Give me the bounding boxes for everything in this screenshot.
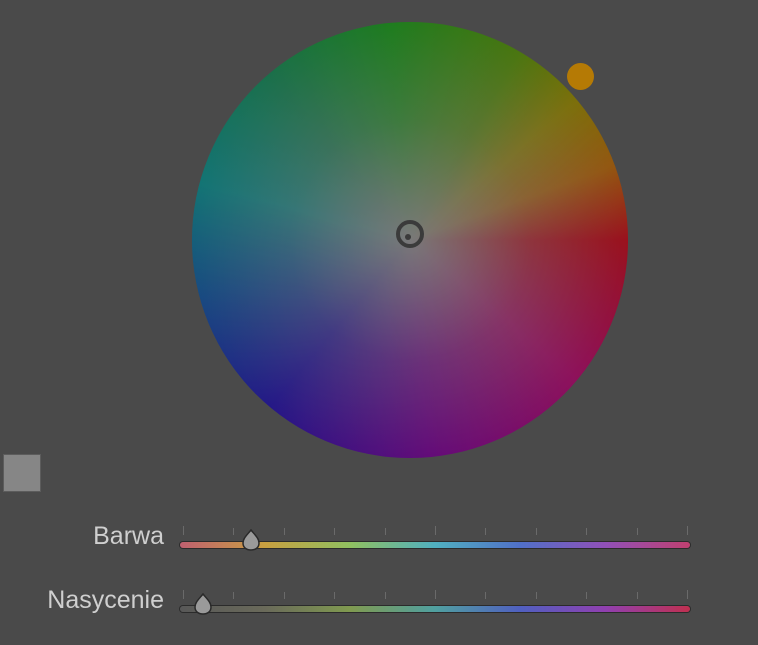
- hue-slider-thumb[interactable]: [240, 529, 262, 551]
- color-picker-marker-dot: [405, 234, 411, 240]
- slider-tick: [334, 528, 336, 535]
- slider-tick: [535, 528, 537, 535]
- slider-tick: [384, 592, 386, 599]
- saturation-slider-thumb[interactable]: [192, 593, 214, 615]
- saturation-slider-track[interactable]: [180, 606, 690, 612]
- slider-tick: [233, 528, 235, 535]
- slider-tick: [283, 528, 285, 535]
- slider-tick: [183, 590, 184, 599]
- slider-tick: [485, 528, 487, 535]
- hue-ring-handle[interactable]: [567, 63, 594, 90]
- color-wheel[interactable]: [192, 22, 628, 458]
- saturation-slider-ticks: [180, 590, 690, 600]
- slider-tick: [687, 590, 688, 599]
- saturation-slider-row: Nasycenie: [0, 584, 758, 628]
- slider-tick: [636, 592, 638, 599]
- hue-slider-row: Barwa: [0, 520, 758, 564]
- slider-tick: [485, 592, 487, 599]
- color-swatch: [3, 454, 41, 492]
- slider-tick: [636, 528, 638, 535]
- slider-tick: [687, 526, 688, 535]
- slider-tick: [334, 592, 336, 599]
- saturation-slider-label: Nasycenie: [47, 586, 164, 614]
- hue-slider-label: Barwa: [93, 522, 164, 550]
- slider-tick: [384, 528, 386, 535]
- slider-tick: [586, 592, 588, 599]
- slider-tick: [435, 526, 436, 535]
- slider-tick: [535, 592, 537, 599]
- slider-tick: [183, 526, 184, 535]
- color-picker-marker[interactable]: [396, 220, 424, 248]
- slider-tick: [283, 592, 285, 599]
- slider-tick: [586, 528, 588, 535]
- slider-tick: [233, 592, 235, 599]
- slider-tick: [435, 590, 436, 599]
